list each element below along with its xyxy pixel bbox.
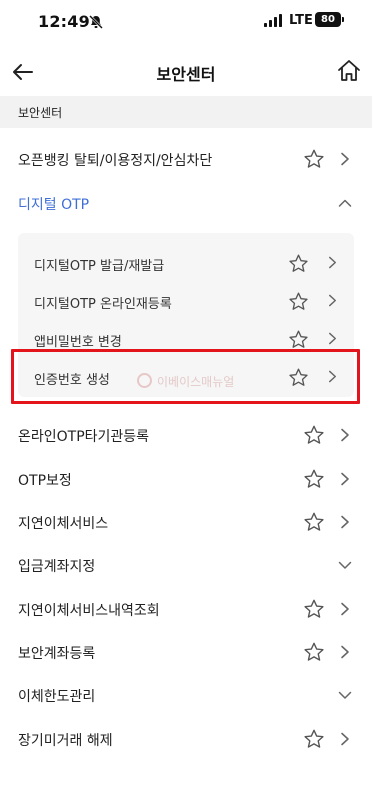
star-icon[interactable] (288, 253, 309, 274)
submenu-item-label: 앱비밀번호 변경 (34, 335, 122, 350)
menu-item-otp-compensation[interactable]: OTP보정 (0, 458, 372, 500)
star-icon[interactable] (303, 641, 325, 663)
menu-item-label: 오픈뱅킹 탈퇴/이용정지/안심차단 (18, 153, 213, 169)
star-icon[interactable] (303, 468, 325, 490)
star-icon[interactable] (288, 367, 309, 388)
chevron-right-icon (341, 515, 349, 529)
chevron-right-icon (341, 428, 349, 442)
chevron-right-icon (329, 370, 336, 383)
submenu-item-label: 디지털OTP 발급/재발급 (34, 259, 165, 274)
submenu-item-otp-issue[interactable]: 디지털OTP 발급/재발급 (18, 245, 354, 282)
home-icon[interactable] (336, 58, 362, 84)
menu-item-digital-otp[interactable]: 디지털 OTP (0, 182, 372, 224)
chevron-right-icon (329, 294, 336, 307)
chevron-right-icon (341, 602, 349, 616)
battery-icon: 80 (315, 12, 341, 27)
menu-item-label: OTP보정 (18, 473, 72, 489)
network-label: LTE (289, 13, 313, 28)
menu-item-label: 디지털 OTP (18, 197, 90, 213)
submenu-item-label: 디지털OTP 온라인재등록 (34, 297, 172, 312)
star-icon[interactable] (303, 598, 325, 620)
status-bar: 12:49 LTE 80 (0, 0, 372, 44)
submenu-item-label: 인증번호 생성 (34, 373, 110, 388)
star-icon[interactable] (303, 148, 325, 170)
submenu-item-app-password[interactable]: 앱비밀번호 변경 (18, 321, 354, 358)
menu-item-delayed-history[interactable]: 지연이체서비스내역조회 (0, 588, 372, 630)
watermark-logo-icon (137, 373, 152, 388)
watermark-text: 이베이스매뉴얼 (157, 375, 235, 389)
menu-item-label: 보안계좌등록 (18, 646, 96, 662)
chevron-down-icon (338, 691, 352, 699)
menu-item-label: 지연이체서비스내역조회 (18, 603, 160, 619)
chevron-right-icon (329, 256, 336, 269)
menu-item-label: 장기미거래 해제 (18, 733, 113, 749)
chevron-right-icon (341, 472, 349, 486)
chevron-up-icon (338, 199, 352, 207)
chevron-right-icon (341, 645, 349, 659)
menu-item-security-account[interactable]: 보안계좌등록 (0, 631, 372, 673)
chevron-right-icon (341, 152, 349, 166)
menu-item-dormant-release[interactable]: 장기미거래 해제 (0, 718, 372, 760)
menu-item-deposit-account[interactable]: 입금계좌지정 (0, 544, 372, 586)
menu-item-transfer-limit[interactable]: 이체한도관리 (0, 674, 372, 716)
menu-item-label: 지연이체서비스 (18, 516, 109, 532)
menu-item-open-banking[interactable]: 오픈뱅킹 탈퇴/이용정지/안심차단 (0, 138, 372, 180)
battery-tip (342, 17, 344, 22)
menu-item-label: 입금계좌지정 (18, 559, 96, 575)
section-header: 보안센터 (0, 96, 372, 128)
star-icon[interactable] (303, 424, 325, 446)
signal-icon (264, 14, 282, 27)
chevron-right-icon (329, 332, 336, 345)
star-icon[interactable] (288, 291, 309, 312)
app-header: 보안센터 (0, 50, 372, 94)
submenu-item-otp-reregister[interactable]: 디지털OTP 온라인재등록 (18, 283, 354, 320)
chevron-right-icon (341, 732, 349, 746)
star-icon[interactable] (288, 329, 309, 350)
menu-item-label: 이체한도관리 (18, 689, 96, 705)
menu-item-online-otp[interactable]: 온라인OTP타기관등록 (0, 414, 372, 456)
chevron-down-icon (338, 561, 352, 569)
star-icon[interactable] (303, 511, 325, 533)
page-title: 보안센터 (156, 65, 216, 84)
status-time: 12:49 (38, 12, 90, 31)
menu-item-delayed-transfer[interactable]: 지연이체서비스 (0, 501, 372, 543)
section-title: 보안센터 (18, 106, 63, 120)
bell-slash-icon (89, 15, 103, 29)
menu-item-label: 온라인OTP타기관등록 (18, 429, 150, 445)
star-icon[interactable] (303, 728, 325, 750)
